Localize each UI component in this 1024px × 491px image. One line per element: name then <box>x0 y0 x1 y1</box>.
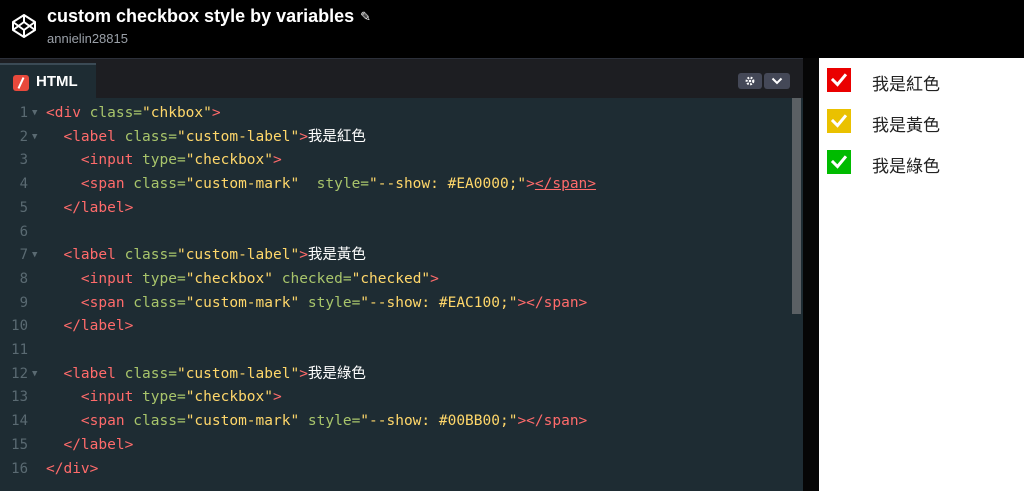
code-area[interactable]: 1 ▼ <div class="chkbox"> 2 ▼ <label class="c… <box>0 98 803 491</box>
line-number: 16 <box>11 460 28 477</box>
code-line[interactable]: 6 <box>0 221 790 244</box>
pane-resizer[interactable] <box>803 58 819 491</box>
custom-checkbox-item[interactable]: 我是綠色 <box>827 150 1017 177</box>
editor-settings-button[interactable] <box>738 73 762 89</box>
code-text: <input type="checkbox" checked="checked"… <box>80 270 439 287</box>
codepen-logo-icon[interactable] <box>10 12 38 40</box>
code-line[interactable]: 14 <span class="custom-mark" style="--sh… <box>0 410 790 433</box>
line-number: 12 <box>11 365 28 382</box>
editor-collapse-button[interactable] <box>764 73 790 89</box>
fold-toggle-icon[interactable]: ▼ <box>32 244 37 267</box>
checkbox-label[interactable]: 我是黃色 <box>872 111 940 136</box>
checkbox[interactable] <box>827 150 851 174</box>
code-text: <label class="custom-label">我是黃色 <box>63 247 366 264</box>
check-icon <box>830 114 848 128</box>
code-line[interactable]: 8 <input type="checkbox" checked="checke… <box>0 268 790 291</box>
code-line[interactable]: 7 ▼ <label class="custom-label">我是黃色 <box>0 244 790 267</box>
code-line[interactable]: 4 <span class="custom-mark" style="--sho… <box>0 173 790 196</box>
code-text: <input type="checkbox"> <box>80 152 282 169</box>
code-line[interactable]: 13 <input type="checkbox"> <box>0 386 790 409</box>
line-number: 10 <box>11 318 28 335</box>
code-line[interactable]: 11 <box>0 339 790 362</box>
html-icon <box>13 75 29 91</box>
line-number: 3 <box>19 152 28 169</box>
pen-title-text[interactable]: custom checkbox style by variables <box>47 6 354 26</box>
pencil-icon[interactable]: ✎ <box>360 9 371 25</box>
code-text: <div class="chkbox"> <box>46 105 221 121</box>
checkbox[interactable] <box>827 109 851 133</box>
line-number: 6 <box>19 223 28 240</box>
code-text: </label> <box>63 436 134 453</box>
check-icon <box>830 73 848 87</box>
line-number: 4 <box>19 176 28 193</box>
custom-checkbox-item[interactable]: 我是紅色 <box>827 68 1017 95</box>
line-number: 7 <box>19 247 28 264</box>
line-number: 11 <box>11 342 28 358</box>
checkbox-label[interactable]: 我是紅色 <box>872 70 940 95</box>
author-link[interactable]: annielin28815 <box>47 31 128 46</box>
code-line[interactable]: 9 <span class="custom-mark" style="--sho… <box>0 292 790 315</box>
code-text: </label> <box>63 199 134 216</box>
line-number: 8 <box>19 270 28 287</box>
fold-toggle-icon[interactable]: ▼ <box>32 126 37 149</box>
code-text: <label class="custom-label">我是綠色 <box>63 365 366 382</box>
pen-header: custom checkbox style by variables ✎ anni… <box>0 0 1024 58</box>
code-line[interactable]: 1 ▼ <div class="chkbox"> <box>0 102 790 125</box>
code-text: <span class="custom-mark" style="--show:… <box>80 176 597 193</box>
line-number: 1 <box>19 105 28 121</box>
line-number: 2 <box>19 128 28 145</box>
code-line[interactable]: 10 </label> <box>0 315 790 338</box>
result-preview: 我是紅色我是黃色我是綠色 <box>819 58 1024 491</box>
code-line[interactable]: 16 </div> <box>0 458 790 481</box>
editor-tab-bar: HTML <box>0 58 803 99</box>
code-line[interactable]: 2 ▼ <label class="custom-label">我是紅色 <box>0 126 790 149</box>
line-number: 13 <box>11 389 28 406</box>
pen-title[interactable]: custom checkbox style by variables ✎ <box>47 6 371 27</box>
gear-icon <box>745 76 755 86</box>
checkbox[interactable] <box>827 68 851 92</box>
code-line[interactable]: 3 <input type="checkbox"> <box>0 149 790 172</box>
tab-html-label: HTML <box>36 73 78 90</box>
code-line[interactable]: 12 ▼ <label class="custom-label">我是綠色 <box>0 363 790 386</box>
line-number: 9 <box>19 294 28 311</box>
code-text: <input type="checkbox"> <box>80 389 282 406</box>
line-number: 14 <box>11 413 28 430</box>
checkbox-label[interactable]: 我是綠色 <box>872 152 940 177</box>
code-line[interactable]: 5 </label> <box>0 197 790 220</box>
code-text: <span class="custom-mark" style="--show:… <box>80 413 588 430</box>
code-text: </label> <box>63 318 134 335</box>
fold-toggle-icon[interactable]: ▼ <box>32 102 37 125</box>
check-icon <box>830 155 848 169</box>
tab-html[interactable]: HTML <box>0 63 96 99</box>
code-line[interactable]: 15 </label> <box>0 434 790 457</box>
code-text: <label class="custom-label">我是紅色 <box>63 128 366 145</box>
code-text: </div> <box>46 460 99 477</box>
fold-toggle-icon[interactable]: ▼ <box>32 363 37 386</box>
line-number: 5 <box>19 199 28 216</box>
editor-scrollbar[interactable] <box>792 98 801 314</box>
line-number: 15 <box>11 436 28 453</box>
chevron-down-icon <box>771 77 783 85</box>
html-editor-panel: HTML 1 ▼ <div class="chkbox"> 2 ▼ <label cla… <box>0 58 803 491</box>
custom-checkbox-item[interactable]: 我是黃色 <box>827 109 1017 136</box>
code-text: <span class="custom-mark" style="--show:… <box>80 294 588 311</box>
